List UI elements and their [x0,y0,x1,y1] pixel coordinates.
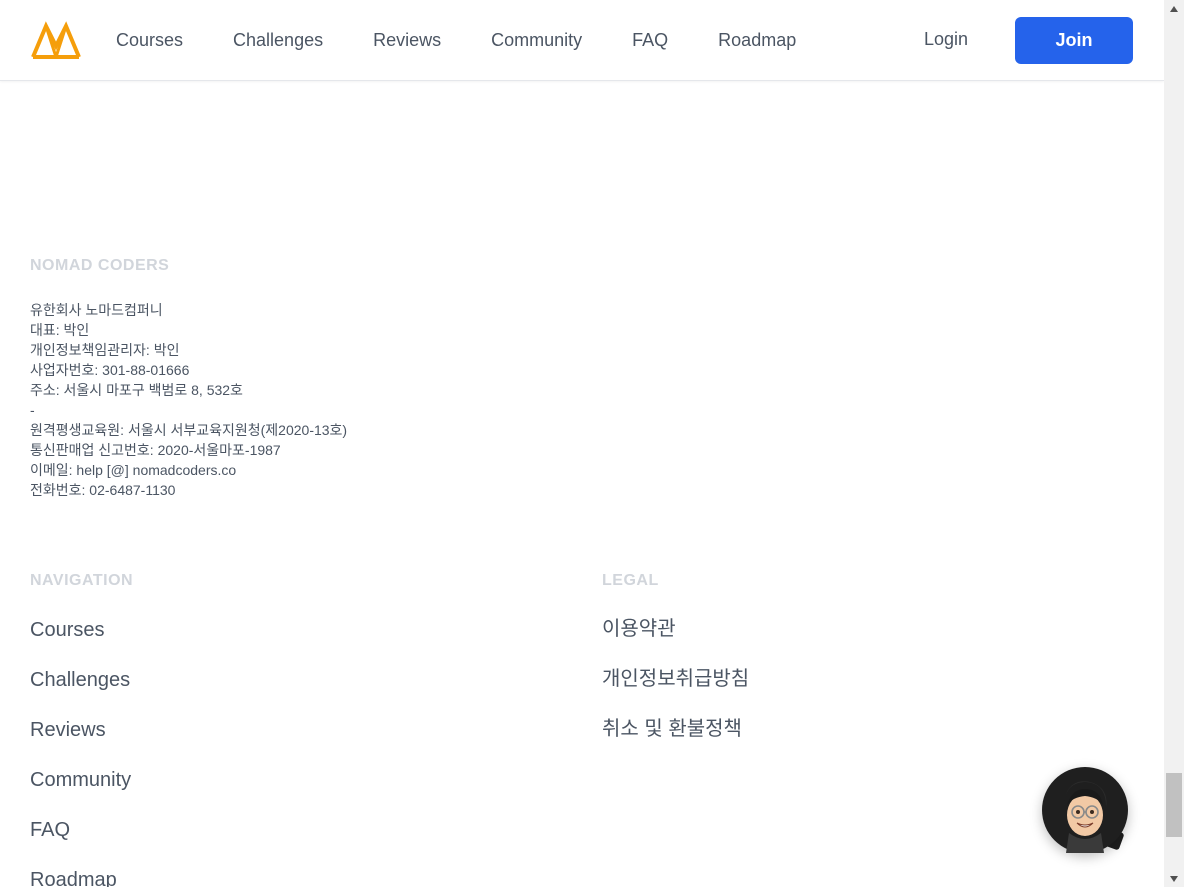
scroll-up-arrow-icon[interactable] [1164,0,1184,17]
nav-faq[interactable]: FAQ [632,30,668,51]
company-line: 통신판매업 신고번호: 2020-서울마포-1987 [30,442,281,458]
footer-link-roadmap[interactable]: Roadmap [30,865,131,887]
page: Courses Challenges Reviews Community FAQ… [0,0,1164,887]
join-button[interactable]: Join [1015,17,1133,64]
nomad-coders-logo-icon[interactable] [30,20,82,60]
nav-community[interactable]: Community [491,30,582,51]
main-nav: Courses Challenges Reviews Community FAQ… [116,0,846,81]
nav-roadmap[interactable]: Roadmap [718,30,796,51]
footer-link-faq[interactable]: FAQ [30,815,131,865]
company-line: 전화번호: 02-6487-1130 [30,482,176,498]
page-scrollbar[interactable] [1164,0,1184,887]
top-navbar: Courses Challenges Reviews Community FAQ… [0,0,1164,81]
footer-link-terms[interactable]: 이용약관 [602,614,749,664]
scrollbar-thumb[interactable] [1166,773,1182,837]
nav-courses[interactable]: Courses [116,30,183,51]
company-line: 주소: 서울시 마포구 백범로 8, 532호 [30,382,243,398]
nav-reviews[interactable]: Reviews [373,30,441,51]
legal-title: LEGAL [602,572,659,589]
company-line: - [30,402,35,418]
footer-link-privacy[interactable]: 개인정보취급방침 [602,664,749,714]
nav-challenges[interactable]: Challenges [233,30,323,51]
company-info: 유한회사 노마드컴퍼니 대표: 박인 개인정보책임관리자: 박인 사업자번호: … [30,300,347,500]
company-line: 유한회사 노마드컴퍼니 [30,302,163,318]
footer-legal-list: 이용약관 개인정보취급방침 취소 및 환불정책 [602,614,749,764]
chat-face-icon [1064,781,1107,853]
login-link[interactable]: Login [924,29,968,50]
company-line: 사업자번호: 301-88-01666 [30,362,190,378]
footer-navigation-list: Courses Challenges Reviews Community FAQ… [30,615,131,887]
footer-link-community[interactable]: Community [30,765,131,815]
footer-link-reviews[interactable]: Reviews [30,715,131,765]
company-line: 개인정보책임관리자: 박인 [30,342,180,358]
footer-link-refund[interactable]: 취소 및 환불정책 [602,714,749,764]
company-line: 원격평생교육원: 서울시 서부교육지원청(제2020-13호) [30,422,348,438]
footer-link-courses[interactable]: Courses [30,615,131,665]
scroll-down-arrow-icon[interactable] [1164,870,1184,887]
company-title: NOMAD CODERS [30,257,170,274]
company-line: 대표: 박인 [30,322,90,338]
chat-avatar-icon[interactable] [1042,767,1128,853]
footer-link-challenges[interactable]: Challenges [30,665,131,715]
navigation-title: NAVIGATION [30,572,134,589]
company-line: 이메일: help [@] nomadcoders.co [30,462,237,478]
